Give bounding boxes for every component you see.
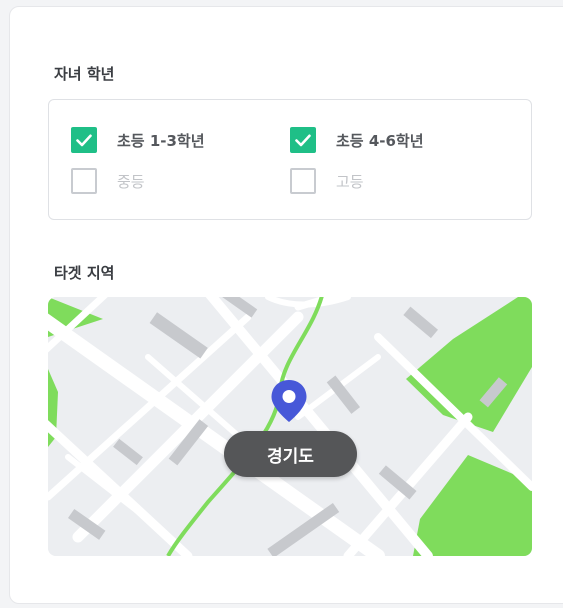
grade-option-elementary-1-3[interactable]: 초등 1-3학년 (71, 127, 205, 153)
map-illustration (48, 297, 532, 556)
map-pin-icon (271, 380, 307, 422)
checkbox-middle-school[interactable] (71, 168, 97, 194)
region-section-title: 타겟 지역 (54, 264, 115, 282)
grade-option-elementary-4-6[interactable]: 초등 4-6학년 (290, 127, 424, 153)
grade-options-box (48, 99, 532, 220)
grade-section-title: 자녀 학년 (54, 65, 115, 83)
checkbox-elementary-4-6[interactable] (290, 127, 316, 153)
region-map[interactable] (48, 297, 532, 556)
option-label: 초등 1-3학년 (117, 131, 205, 150)
region-label-pill[interactable]: 경기도 (224, 431, 357, 477)
grade-option-middle-school[interactable]: 중등 (71, 168, 145, 194)
checkbox-high-school[interactable] (290, 168, 316, 194)
checkbox-elementary-1-3[interactable] (71, 127, 97, 153)
checkmark-icon (295, 134, 311, 146)
checkmark-icon (76, 134, 92, 146)
grade-option-high-school[interactable]: 고등 (290, 168, 364, 194)
option-label: 고등 (336, 172, 364, 191)
option-label: 중등 (117, 172, 145, 191)
option-label: 초등 4-6학년 (336, 131, 424, 150)
